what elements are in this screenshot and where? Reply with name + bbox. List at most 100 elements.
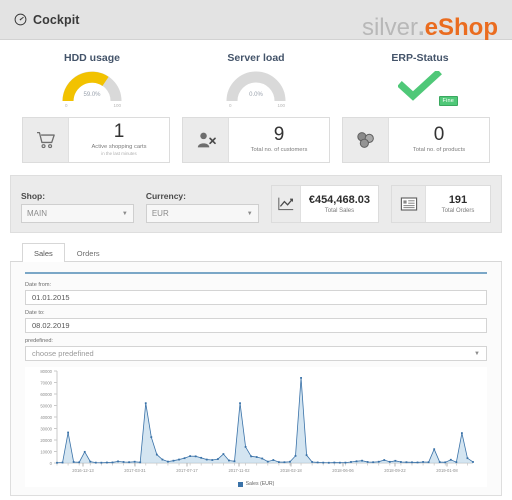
sales-chart: 0 10000 20000 30000 40000 50000 60000 70000 8000… [25, 367, 487, 487]
tabs-container: Sales Orders [10, 243, 502, 262]
svg-text:2017-07-17: 2017-07-17 [176, 468, 198, 473]
svg-text:70000: 70000 [40, 381, 52, 386]
kpi-value: 191 [448, 193, 468, 206]
gauge-icon [14, 13, 27, 26]
stat-label: Active shopping carts [91, 143, 147, 150]
page-title: Cockpit [33, 12, 80, 27]
stat-value: 9 [273, 124, 285, 146]
svg-text:50000: 50000 [40, 404, 52, 409]
legend-swatch [237, 481, 243, 487]
chevron-down-icon: ▼ [121, 210, 128, 217]
date-to-row: Date to: 08.02.2019 [25, 310, 487, 333]
brand-suffix: eShop [424, 14, 498, 41]
svg-text:80000: 80000 [40, 369, 52, 374]
shop-select-value: MAIN [27, 209, 47, 218]
svg-text:2019-01-08: 2019-01-08 [436, 468, 458, 473]
svg-text:2016-12-13: 2016-12-13 [72, 468, 94, 473]
gauge-hdd-max: 100 [113, 103, 121, 108]
stat-label: Total no. of customers [250, 146, 308, 153]
user-remove-icon [183, 118, 229, 162]
predefined-row: predefined: choose predefined ▼ [25, 338, 487, 361]
gauge-server-load: Server load 0.0% 0 100 [174, 52, 338, 109]
svg-text:2018-02-18: 2018-02-18 [280, 468, 302, 473]
shopping-cart-icon [23, 118, 69, 162]
shop-label: Shop: [21, 191, 46, 201]
stat-label: Total no. of products [412, 146, 466, 153]
stat-cards-row: 1 Active shopping carts in the last minu… [0, 111, 512, 175]
svg-text:2018-06-06: 2018-06-06 [332, 468, 354, 473]
gauge-erp-title: ERP-Status [391, 52, 449, 64]
svg-text:40000: 40000 [40, 415, 52, 420]
currency-label: Currency: [145, 191, 186, 201]
kpi-total-orders-body: 191 Total Orders [426, 186, 490, 222]
currency-field-group: Currency: EUR ▼ [145, 191, 259, 223]
check-icon [397, 69, 442, 105]
tab-orders[interactable]: Orders [65, 243, 112, 262]
currency-select-value: EUR [151, 209, 169, 218]
cockpit-header: Cockpit [14, 13, 80, 27]
gauge-server-title: Server load [227, 52, 285, 64]
svg-text:30000: 30000 [40, 427, 52, 432]
products-icon [343, 118, 389, 162]
stat-value: 1 [113, 121, 125, 143]
stat-value: 0 [433, 124, 445, 146]
date-filter-form: Date from: 01.01.2015 Date to: 08.02.201… [25, 272, 487, 487]
gauge-erp-status: ERP-Status Fine [338, 52, 502, 109]
stat-card-total-customers: 9 Total no. of customers [182, 117, 330, 163]
svg-text:2017-11-02: 2017-11-02 [228, 468, 250, 473]
stat-card-total-customers-body: 9 Total no. of customers [229, 118, 329, 162]
gauge-server-min: 0 [229, 103, 232, 108]
date-from-row: Date from: 01.01.2015 [25, 282, 487, 305]
stat-card-active-carts: 1 Active shopping carts in the last minu… [22, 117, 170, 163]
erp-status-indicator: Fine [397, 68, 458, 106]
gauges-row: HDD usage 59.0% 0 100 Server load 0.0% 0 [0, 40, 512, 111]
gauge-server-dial: 0.0% 0 100 [225, 68, 287, 109]
filter-panel: Shop: MAIN ▼ Currency: EUR ▼ €454,468.03… [10, 175, 502, 233]
date-from-label: Date from: [25, 282, 52, 288]
gauge-hdd-dial: 59.0% 0 100 [61, 68, 123, 109]
list-icon [392, 186, 426, 222]
gauge-hdd-usage: HDD usage 59.0% 0 100 [10, 52, 174, 109]
stat-card-total-products: 0 Total no. of products [342, 117, 490, 163]
date-to-value: 08.02.2019 [32, 321, 70, 330]
stat-card-total-products-body: 0 Total no. of products [389, 118, 489, 162]
tab-sales[interactable]: Sales [22, 243, 65, 262]
svg-text:2017-03-31: 2017-03-31 [124, 468, 146, 473]
kpi-label: Total Orders [441, 208, 475, 215]
currency-select[interactable]: EUR ▼ [145, 204, 259, 223]
predefined-select[interactable]: choose predefined ▼ [25, 346, 487, 361]
kpi-total-sales: €454,468.03 Total Sales [270, 185, 379, 223]
gauge-server-value: 0.0% [249, 92, 263, 98]
brand-logo: silver.eShop [362, 16, 498, 40]
brand-dot: . [417, 14, 425, 41]
chart-legend: Sales (EUR) [25, 481, 487, 487]
top-bar: Cockpit silver.eShop [0, 0, 512, 40]
date-from-value: 01.01.2015 [32, 293, 70, 302]
sales-chart-svg: 0 10000 20000 30000 40000 50000 60000 70000 8000… [40, 369, 474, 473]
kpi-total-sales-body: €454,468.03 Total Sales [301, 186, 378, 222]
svg-text:2018-09-22: 2018-09-22 [384, 468, 406, 473]
chevron-down-icon: ▼ [246, 210, 253, 217]
erp-status-badge: Fine [438, 96, 458, 106]
page-body: HDD usage 59.0% 0 100 Server load 0.0% 0 [0, 40, 512, 496]
kpi-label: Total Sales [324, 208, 355, 215]
line-chart-icon [271, 186, 301, 222]
legend-label: Sales (EUR) [245, 481, 275, 487]
svg-text:20000: 20000 [40, 438, 52, 443]
date-to-input[interactable]: 08.02.2019 [25, 318, 487, 333]
svg-text:60000: 60000 [40, 392, 52, 397]
predefined-label: predefined: [25, 338, 53, 344]
kpi-total-orders: 191 Total Orders [391, 185, 491, 223]
gauge-hdd-min: 0 [65, 103, 68, 108]
date-from-input[interactable]: 01.01.2015 [25, 290, 487, 305]
stat-card-active-carts-body: 1 Active shopping carts in the last minu… [69, 118, 169, 162]
gauge-hdd-title: HDD usage [63, 52, 120, 64]
sales-tab-panel: Date from: 01.01.2015 Date to: 08.02.201… [10, 262, 502, 496]
gauge-hdd-value: 59.0% [83, 92, 101, 98]
tabs: Sales Orders [10, 243, 502, 262]
chevron-down-icon: ▼ [474, 350, 480, 357]
shop-select[interactable]: MAIN ▼ [21, 204, 134, 223]
svg-text:10000: 10000 [40, 450, 52, 455]
shop-field-group: Shop: MAIN ▼ [21, 191, 134, 223]
kpi-value: €454,468.03 [308, 193, 370, 206]
